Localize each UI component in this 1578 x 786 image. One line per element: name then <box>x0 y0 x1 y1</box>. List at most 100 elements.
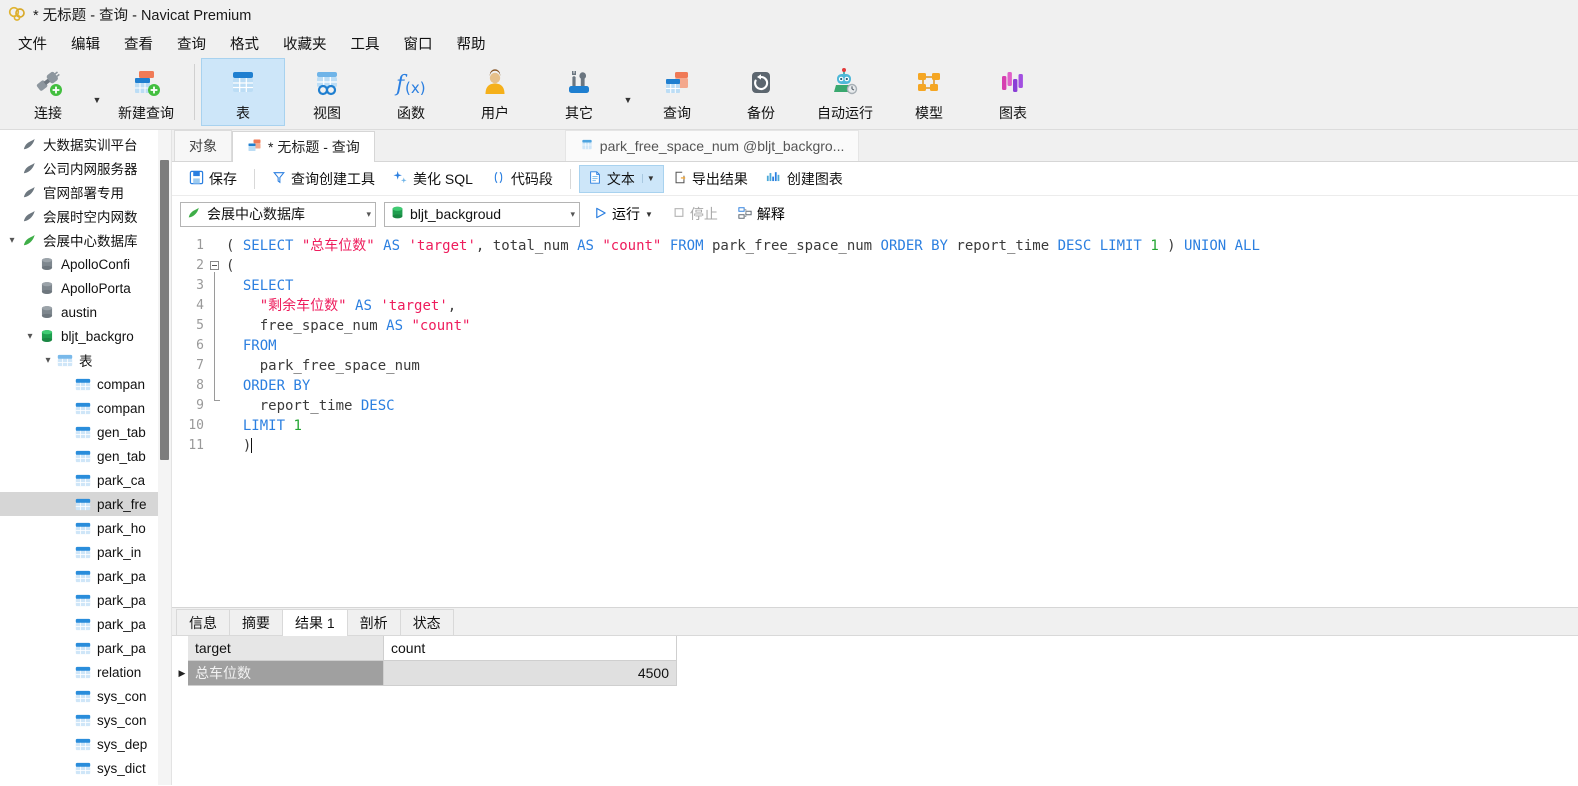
result-tab-结果-1[interactable]: 结果 1 <box>282 609 348 636</box>
result-tab-信息[interactable]: 信息 <box>176 609 230 635</box>
sidebar-scrollbar-thumb[interactable] <box>160 160 169 460</box>
tree-item-park_ho[interactable]: park_ho <box>0 516 171 540</box>
connection-combobox[interactable]: 会展中心数据库 ▾ <box>180 201 376 227</box>
cell-target[interactable]: 总车位数 <box>188 661 384 686</box>
chevron-down-icon-db[interactable]: ▾ <box>564 209 575 220</box>
model-icon <box>914 65 944 101</box>
table-item-icon <box>74 497 92 512</box>
play-icon <box>594 206 607 223</box>
export-result-button[interactable]: 导出结果 <box>664 165 757 193</box>
tree-item-bljt_backgro[interactable]: ▾ bljt_backgro <box>0 324 171 348</box>
main-toolbar: 连接 ▼ 新建查询 表 视图 f (x) 函数 用户 其它 ▼ 查询 备份 自动… <box>0 58 1578 130</box>
tree-item-park_pa[interactable]: park_pa <box>0 636 171 660</box>
code-token: ( <box>226 258 235 274</box>
tree-item-ApolloPorta[interactable]: ApolloPorta <box>0 276 171 300</box>
query-builder-button[interactable]: 查询创建工具 <box>263 165 384 193</box>
text-mode-button[interactable]: 文本 ▼ <box>578 164 664 193</box>
tree-item-sys_dict[interactable]: sys_dict <box>0 756 171 780</box>
toolbar-new-query[interactable]: 新建查询 <box>104 58 188 126</box>
create-chart-button[interactable]: 创建图表 <box>757 165 852 193</box>
toolbar-automation[interactable]: 自动运行 <box>803 58 887 126</box>
toolbar-view[interactable]: 视图 <box>285 58 369 126</box>
toolbar-connection[interactable]: 连接 <box>6 58 90 126</box>
menu-file[interactable]: 文件 <box>6 30 59 57</box>
code-token: DESC <box>1057 238 1092 254</box>
cell-count[interactable]: 4500 <box>384 661 677 686</box>
tree-item-gen_tab[interactable]: gen_tab <box>0 444 171 468</box>
tree-item-sys_con[interactable]: sys_con <box>0 684 171 708</box>
tree-item-[interactable]: 官网部署专用 <box>0 180 171 204</box>
explain-button[interactable]: 解释 <box>732 201 791 227</box>
chevron-down-icon[interactable]: ▾ <box>22 331 38 342</box>
result-tab-剖析[interactable]: 剖析 <box>346 609 401 635</box>
text-mode-caret-icon[interactable]: ▼ <box>641 174 655 183</box>
stop-button[interactable]: 停止 <box>667 201 724 227</box>
table-row[interactable]: ▶ 总车位数 4500 <box>176 661 681 686</box>
menu-format[interactable]: 格式 <box>218 30 271 57</box>
fold-column[interactable] <box>208 232 222 607</box>
sql-editor[interactable]: 1 2 3 4 5 6 7 8 9 10 11 ( SELECT "总车位数" AS 'target… <box>172 232 1578 607</box>
result-tab-摘要[interactable]: 摘要 <box>229 609 283 635</box>
toolbar-user[interactable]: 用户 <box>453 58 537 126</box>
chevron-down-icon[interactable]: ▾ <box>360 209 371 220</box>
tree-item-relation[interactable]: relation <box>0 660 171 684</box>
menu-tools[interactable]: 工具 <box>339 30 392 57</box>
tree-item-sys_dep[interactable]: sys_dep <box>0 732 171 756</box>
snippets-button[interactable]: 代码段 <box>482 165 562 193</box>
tree-item-compan[interactable]: compan <box>0 396 171 420</box>
tab-table-park-free-space-num[interactable]: park_free_space_num @bljt_backgro... <box>564 130 860 161</box>
menu-view[interactable]: 查看 <box>112 30 165 57</box>
db-gray-icon <box>38 281 56 296</box>
menu-query[interactable]: 查询 <box>165 30 218 57</box>
connection-dropdown-caret[interactable]: ▼ <box>90 58 104 126</box>
other-dropdown-caret[interactable]: ▼ <box>621 58 635 126</box>
beautify-sql-button[interactable]: 美化 SQL <box>384 165 482 193</box>
code-token: "总车位数" <box>301 238 375 254</box>
main-body: 大数据实训平台 公司内网服务器 官网部署专用 会展时空内网数 ▾ 会展中心数据库 Apoll… <box>0 130 1578 785</box>
run-button[interactable]: 运行 ▼ <box>588 201 659 227</box>
tree-item-sys_di[interactable]: sys_di <box>0 780 171 786</box>
tree-item-[interactable]: ▾ 会展中心数据库 <box>0 228 171 252</box>
result-tab-状态[interactable]: 状态 <box>399 609 454 635</box>
menu-edit[interactable]: 编辑 <box>59 30 112 57</box>
toolbar-model[interactable]: 模型 <box>887 58 971 126</box>
tree-item-park_fre[interactable]: park_fre <box>0 492 171 516</box>
tree-item-park_pa[interactable]: park_pa <box>0 612 171 636</box>
tree-item-label: compan <box>97 376 146 392</box>
chevron-down-icon[interactable]: ▾ <box>40 355 56 366</box>
tree-item-[interactable]: 会展时空内网数 <box>0 204 171 228</box>
column-header-target[interactable]: target <box>188 636 384 661</box>
menu-favorites[interactable]: 收藏夹 <box>271 30 339 57</box>
toolbar-query[interactable]: 查询 <box>635 58 719 126</box>
toolbar-function[interactable]: f (x) 函数 <box>369 58 453 126</box>
tree-item-park_ca[interactable]: park_ca <box>0 468 171 492</box>
sql-code-content[interactable]: ( SELECT "总车位数" AS 'target', total_num A… <box>222 232 1578 607</box>
tree-item-park_pa[interactable]: park_pa <box>0 564 171 588</box>
tree-item-[interactable]: 公司内网服务器 <box>0 156 171 180</box>
fold-toggle-line2[interactable] <box>210 261 219 270</box>
tab-objects[interactable]: 对象 <box>174 130 232 161</box>
menu-window[interactable]: 窗口 <box>392 30 445 57</box>
toolbar-backup[interactable]: 备份 <box>719 58 803 126</box>
tab-query-untitled[interactable]: * 无标题 - 查询 <box>232 131 375 162</box>
column-header-count[interactable]: count <box>384 636 677 661</box>
tree-item-[interactable]: ▾ 表 <box>0 348 171 372</box>
tree-item-[interactable]: 大数据实训平台 <box>0 132 171 156</box>
tree-item-compan[interactable]: compan <box>0 372 171 396</box>
toolbar-chart[interactable]: 图表 <box>971 58 1055 126</box>
tree-item-park_pa[interactable]: park_pa <box>0 588 171 612</box>
tree-item-park_in[interactable]: park_in <box>0 540 171 564</box>
tree-item-sys_con[interactable]: sys_con <box>0 708 171 732</box>
chevron-down-icon[interactable]: ▾ <box>4 235 20 246</box>
menu-help[interactable]: 帮助 <box>445 30 498 57</box>
toolbar-other[interactable]: 其它 <box>537 58 621 126</box>
fold-guide-line <box>214 272 215 400</box>
tree-item-gen_tab[interactable]: gen_tab <box>0 420 171 444</box>
database-combobox[interactable]: bljt_backgroud ▾ <box>384 201 580 227</box>
toolbar-table[interactable]: 表 <box>201 58 285 126</box>
tree-item-ApolloConfi[interactable]: ApolloConfi <box>0 252 171 276</box>
save-button[interactable]: 保存 <box>180 165 246 193</box>
tree-item-austin[interactable]: austin <box>0 300 171 324</box>
run-caret-icon[interactable]: ▼ <box>645 210 653 219</box>
